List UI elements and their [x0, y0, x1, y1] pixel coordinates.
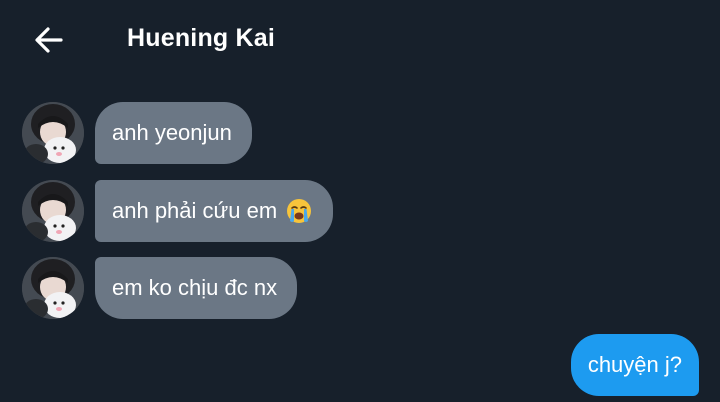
avatar[interactable]	[22, 102, 84, 164]
loudly-crying-face-icon	[285, 197, 313, 225]
conversation-title[interactable]: Huening Kai	[127, 24, 275, 53]
message-text: em ko chịu đc nx	[112, 275, 278, 300]
avatar[interactable]	[22, 257, 84, 319]
avatar-photo	[22, 102, 84, 164]
avatar[interactable]	[22, 180, 84, 242]
message-bubble-incoming[interactable]: em ko chịu đc nx	[95, 257, 298, 319]
message-bubble-incoming[interactable]: anh yeonjun	[95, 102, 252, 164]
back-button[interactable]	[28, 20, 70, 60]
message-text: anh yeonjun	[112, 120, 232, 145]
message-text: chuyện j?	[587, 352, 682, 377]
avatar-photo	[22, 257, 84, 319]
arrow-left-icon	[35, 27, 63, 53]
message-bubble-outgoing[interactable]: chuyện j?	[570, 334, 699, 396]
message-text: anh phải cứu em	[112, 198, 278, 223]
avatar-photo	[22, 180, 84, 242]
chat-header: Huening Kai	[0, 0, 720, 80]
chat-screen: Huening Kai anh yeonjun anh phải cứu em …	[0, 0, 720, 402]
message-bubble-incoming[interactable]: anh phải cứu em	[95, 180, 334, 242]
